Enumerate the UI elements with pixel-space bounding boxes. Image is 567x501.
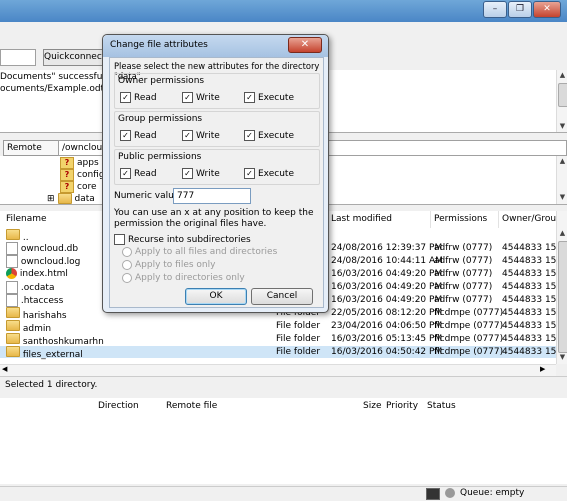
close-icon[interactable]: ✕ (288, 37, 322, 53)
close-icon[interactable]: ✕ (533, 1, 561, 18)
dialog-title-bar: Change file attributes ✕ (103, 35, 328, 57)
log-scrollbar[interactable]: ▲ ▼ (556, 70, 567, 132)
file-icon (6, 294, 18, 307)
scroll-up-icon[interactable]: ▲ (557, 71, 567, 79)
owner-permissions-group: Owner permissions ✓ Read ✓ Write ✓ Execute (114, 73, 320, 109)
owner-write-checkbox[interactable]: ✓ Write (182, 92, 220, 103)
connection-icon (426, 488, 440, 500)
apply-files-radio[interactable]: Apply to files only (122, 260, 215, 270)
scroll-down-icon[interactable]: ▼ (557, 122, 567, 130)
chrome-icon (6, 268, 17, 279)
selection-status: Selected 1 directory. (0, 376, 567, 394)
column-owner-group[interactable]: Owner/Group (502, 214, 562, 224)
folder-icon (6, 333, 20, 344)
column-filename[interactable]: Filename (6, 214, 47, 224)
owner-execute-checkbox[interactable]: ✓ Execute (244, 92, 294, 103)
group-execute-checkbox[interactable]: ✓ Execute (244, 130, 294, 141)
column-priority[interactable]: Priority (386, 401, 418, 411)
column-permissions[interactable]: Permissions (434, 214, 487, 224)
status-bar: Queue: empty (0, 486, 567, 501)
tree-item-core[interactable]: ? core (60, 181, 97, 193)
apply-all-radio[interactable]: Apply to all files and directories (122, 247, 277, 257)
table-row-selected[interactable]: files_external File folder 16/03/2016 04… (0, 346, 567, 360)
scroll-left-icon[interactable]: ◀ (2, 365, 7, 373)
dialog-title: Change file attributes (110, 40, 208, 50)
public-execute-checkbox[interactable]: ✓ Execute (244, 168, 294, 179)
scroll-right-icon[interactable]: ▶ (540, 365, 545, 373)
ok-button[interactable]: OK (185, 288, 247, 305)
group-read-checkbox[interactable]: ✓ Read (120, 130, 157, 141)
transfer-queue (0, 414, 567, 484)
scroll-down-icon[interactable]: ▼ (557, 193, 567, 201)
queue-header: Direction Remote file Size Priority Stat… (0, 398, 567, 415)
tree-item-data[interactable]: ⊞ data (47, 193, 95, 204)
tree-item-apps[interactable]: ? apps (60, 157, 99, 169)
folder-icon (6, 320, 20, 331)
tree-scrollbar[interactable]: ▲ ▼ (556, 156, 567, 204)
apply-dirs-radio[interactable]: Apply to directories only (122, 273, 245, 283)
file-list-scrollbar[interactable]: ▲ ▼ (556, 211, 567, 364)
folder-icon (57, 193, 72, 204)
group-write-checkbox[interactable]: ✓ Write (182, 130, 220, 141)
column-status[interactable]: Status (427, 401, 456, 411)
column-last-modified[interactable]: Last modified (331, 214, 392, 224)
unknown-folder-icon: ? (60, 157, 74, 169)
window-controls: – ❐ ✕ (483, 1, 561, 18)
minimize-icon[interactable]: – (483, 1, 507, 18)
scroll-thumb[interactable] (558, 83, 567, 107)
column-remote-file[interactable]: Remote file (166, 401, 217, 411)
public-permissions-group: Public permissions ✓ Read ✓ Write ✓ Execute (114, 149, 320, 185)
file-icon (6, 255, 18, 268)
dialog-body: Please select the new attributes for the… (109, 57, 324, 308)
file-list-hscrollbar[interactable]: ◀ ▶ (0, 364, 556, 376)
log-line: Documents" successful (0, 72, 105, 82)
column-size[interactable]: Size (363, 401, 381, 411)
window-title-bar (0, 0, 567, 22)
change-file-attributes-dialog: Change file attributes ✕ Please select t… (102, 34, 329, 313)
folder-icon (6, 346, 20, 357)
column-direction[interactable]: Direction (98, 401, 139, 411)
owner-read-checkbox[interactable]: ✓ Read (120, 92, 157, 103)
scroll-up-icon[interactable]: ▲ (557, 157, 567, 165)
scroll-up-icon[interactable]: ▲ (557, 229, 567, 237)
tree-item-config[interactable]: ? config (60, 169, 105, 181)
unknown-folder-icon: ? (60, 169, 74, 181)
folder-icon (6, 307, 20, 318)
cancel-button[interactable]: Cancel (251, 288, 313, 305)
table-row[interactable]: admin File folder 23/04/2016 04:06:50 PM… (0, 320, 567, 334)
quickconnect-button[interactable]: Quickconnect (43, 49, 105, 66)
unknown-folder-icon: ? (60, 181, 74, 193)
scroll-down-icon[interactable]: ▼ (557, 353, 567, 361)
activity-icon (445, 488, 455, 498)
public-write-checkbox[interactable]: ✓ Write (182, 168, 220, 179)
numeric-value-input[interactable]: 777 (173, 188, 251, 204)
public-read-checkbox[interactable]: ✓ Read (120, 168, 157, 179)
table-row[interactable]: santhoshkumarhn File folder 16/03/2016 0… (0, 333, 567, 347)
expand-icon[interactable]: ⊞ (47, 194, 55, 204)
queue-status: Queue: empty (460, 488, 525, 498)
file-icon (6, 281, 18, 294)
remote-site-label: Remote site: (3, 140, 60, 167)
port-input[interactable] (0, 49, 36, 66)
parent-folder-icon (6, 229, 20, 240)
group-permissions-group: Group permissions ✓ Read ✓ Write ✓ Execute (114, 111, 320, 147)
recurse-checkbox[interactable]: Recurse into subdirectories (114, 234, 251, 245)
restore-icon[interactable]: ❐ (508, 1, 532, 18)
file-icon (6, 242, 18, 255)
scroll-thumb[interactable] (558, 241, 567, 353)
permission-hint: You can use an x at any position to keep… (114, 208, 314, 229)
